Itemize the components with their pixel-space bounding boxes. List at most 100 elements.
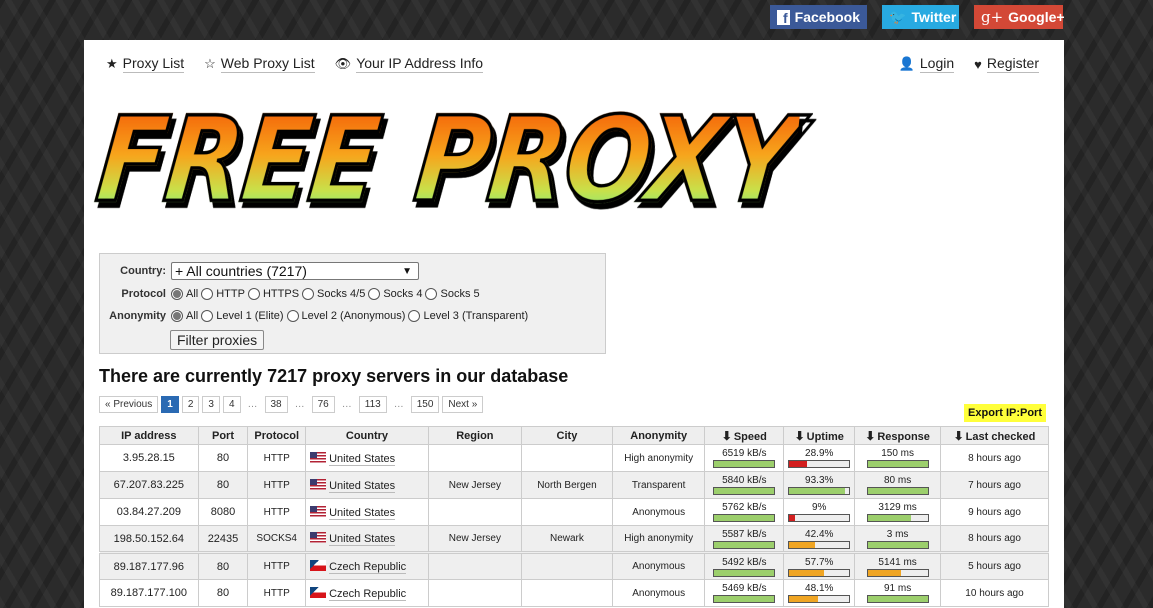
pager-page[interactable]: 76 (311, 396, 335, 413)
cell-port: 8080 (197, 498, 249, 526)
anonymity-radio-label: All (186, 310, 199, 322)
checked-value: 5 hours ago (968, 561, 1021, 572)
radio-circle[interactable] (201, 288, 214, 300)
filter-proxies-button[interactable]: Filter proxies (170, 330, 265, 350)
country-link[interactable]: Czech Republic (329, 587, 407, 601)
radio-circle[interactable] (368, 288, 381, 300)
column-header-label: Anonymity (630, 429, 688, 442)
nav-web-proxy-list[interactable]: ☆ Web Proxy List (204, 55, 315, 73)
uptime-bar (788, 595, 851, 603)
googleplus-share-button[interactable]: g+ Google+ (974, 5, 1065, 29)
speed-bar (713, 568, 776, 577)
protocol-radio[interactable]: Socks 4 (368, 288, 422, 300)
response-bar-fill (867, 569, 902, 576)
radio-circle[interactable] (286, 310, 299, 322)
country-link[interactable]: United States (329, 533, 396, 546)
cell-uptime: 9% (783, 498, 856, 526)
nav-web-proxy-list-label: Web Proxy List (220, 55, 315, 73)
ip-value: 89.187.177.96 (113, 560, 184, 573)
column-header-label: Protocol (254, 429, 300, 442)
pager-page[interactable]: 3 (202, 396, 220, 413)
column-header-label: City (556, 429, 578, 442)
cell-checked: 10 hours ago (939, 579, 1050, 607)
anonymity-radio[interactable]: Level 3 (Transparent) (408, 310, 528, 322)
pager-page[interactable]: 4 (222, 396, 241, 413)
country-select[interactable]: + All countries (7217) ▼ (171, 262, 419, 280)
country-link[interactable]: United States (329, 506, 396, 520)
country-link[interactable]: United States (329, 479, 396, 493)
uptime-value: 57.7% (805, 556, 834, 568)
radio-circle[interactable] (201, 310, 214, 322)
cell-response: 91 ms (854, 579, 941, 607)
radio-circle[interactable] (171, 310, 183, 322)
star-solid-icon: ★ (106, 56, 118, 71)
sort-down-arrow-icon: ⬇ (721, 428, 732, 443)
table-row: 89.187.177.96 80 HTTP Czech Republic Anonymo… (99, 551, 1050, 580)
column-header[interactable]: ⬇ Response (854, 426, 941, 445)
anonymity-radio[interactable]: Level 2 (Anonymous) (286, 310, 405, 322)
column-header[interactable]: ⬇ Uptime (783, 426, 856, 445)
cell-checked: 7 hours ago (939, 471, 1050, 499)
pager-previous[interactable]: « Previous (99, 396, 159, 413)
speed-bar (713, 540, 776, 549)
pager-page[interactable]: 1 (161, 396, 179, 413)
column-header-label: Country (345, 429, 389, 442)
protocol-radio[interactable]: Socks 5 (425, 288, 480, 300)
table-row: 67.207.83.225 80 HTTP United States New Jers… (99, 471, 1050, 499)
pager-page[interactable]: 113 (358, 396, 387, 413)
column-header-label: Port (211, 429, 234, 442)
pager-page[interactable]: 38 (264, 396, 288, 413)
protocol-radio[interactable]: HTTPS (247, 288, 300, 300)
pager-page[interactable]: 2 (181, 396, 200, 413)
facebook-share-button[interactable]: f Facebook (770, 5, 867, 29)
flag-us-icon (310, 532, 327, 543)
protocol-radio-label: All (186, 288, 199, 300)
table-row: 89.187.177.100 80 HTTP Czech Republic Anonym… (99, 579, 1050, 607)
radio-circle[interactable] (171, 288, 183, 300)
anonymity-value: Transparent (631, 479, 686, 491)
site-logo[interactable]: FREE PROXY (89, 90, 803, 230)
country-link[interactable]: Czech Republic (329, 561, 407, 574)
cell-city (520, 551, 613, 580)
radio-circle[interactable] (302, 288, 315, 300)
cell-speed: 5762 kB/s (704, 498, 785, 526)
cell-country: United States (305, 498, 429, 526)
eye-icon: 👁 (334, 56, 352, 71)
cell-response: 150 ms (854, 444, 941, 472)
star-outline-icon: ☆ (204, 56, 216, 71)
cell-country: United States (305, 525, 429, 553)
protocol-radio[interactable]: All (171, 288, 198, 300)
radio-circle[interactable] (408, 310, 421, 322)
cell-region: New Jersey (427, 471, 522, 499)
anonymity-radio[interactable]: Level 1 (Elite) (201, 310, 284, 322)
radio-circle[interactable] (425, 288, 438, 300)
country-link[interactable]: United States (329, 452, 396, 466)
protocol-value: HTTP (263, 452, 290, 464)
column-header-label: Speed (733, 430, 767, 443)
pager-next[interactable]: Next » (442, 396, 484, 413)
city-value: Newark (549, 533, 584, 544)
port-value: 22435 (207, 532, 239, 545)
cell-city (520, 579, 613, 607)
ip-value: 67.207.83.225 (113, 479, 184, 491)
nav-register[interactable]: ♥ Register (974, 55, 1039, 73)
speed-bar-fill (714, 461, 775, 467)
protocol-radio-label: HTTPS (262, 288, 300, 300)
uptime-bar (788, 514, 851, 522)
radio-circle[interactable] (247, 288, 260, 300)
export-ip-port-button[interactable]: Export IP:Port (964, 404, 1046, 422)
uptime-bar-fill (789, 515, 795, 521)
anonymity-radio[interactable]: All (171, 310, 198, 322)
nav-ip-info[interactable]: 👁 Your IP Address Info (334, 55, 484, 73)
pager-page[interactable]: 150 (410, 396, 440, 413)
protocol-radio[interactable]: HTTP (201, 288, 245, 300)
twitter-share-button[interactable]: 🐦 Twitter (882, 5, 959, 29)
protocol-radio[interactable]: Socks 4/5 (302, 288, 365, 300)
column-header[interactable]: ⬇ Last checked (939, 426, 1050, 445)
cell-response: 80 ms (854, 471, 941, 499)
column-header-label: Last checked (965, 430, 1036, 443)
nav-login[interactable]: 👤 Login (899, 55, 955, 73)
cell-region (427, 498, 522, 526)
column-header[interactable]: ⬇ Speed (704, 426, 785, 445)
nav-proxy-list[interactable]: ★ Proxy List (106, 55, 185, 73)
